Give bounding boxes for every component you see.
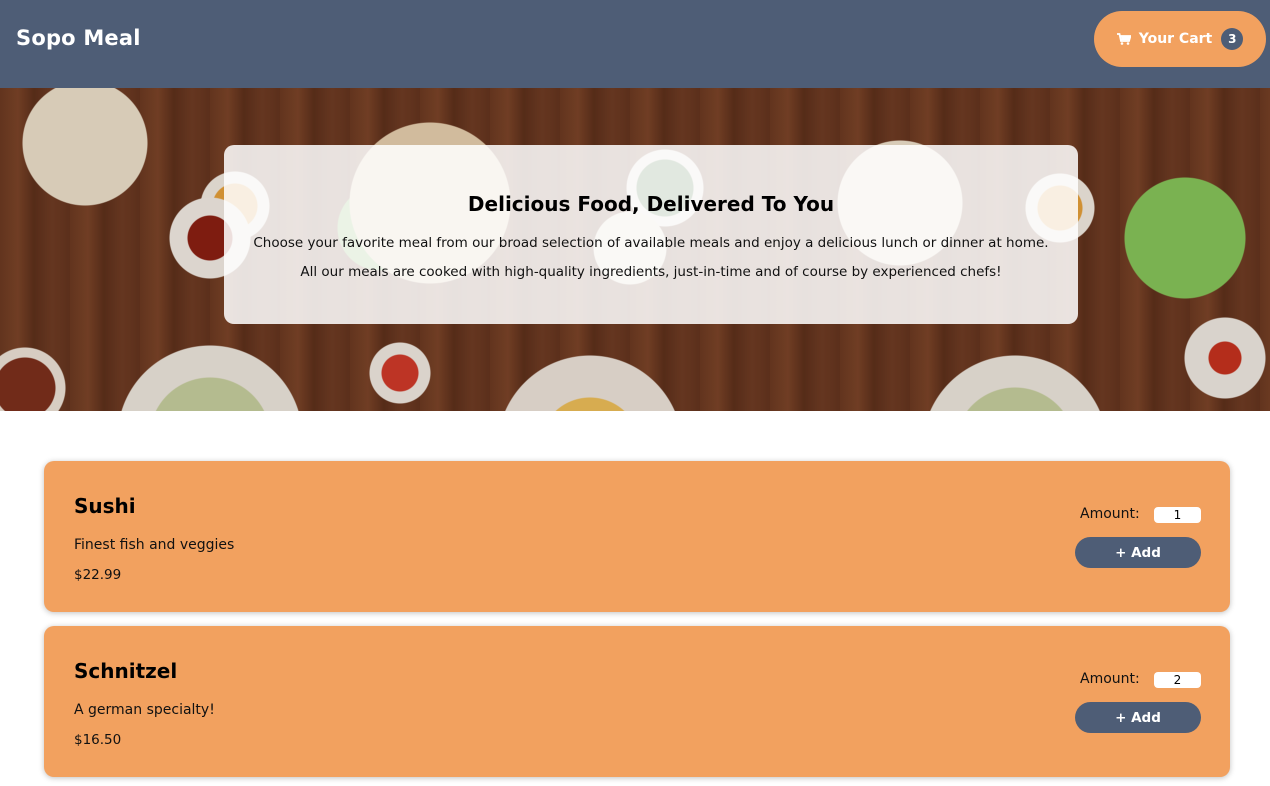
hero-description-line1: Choose your favorite meal from our broad… — [253, 235, 1049, 251]
meal-description: Finest fish and veggies — [74, 537, 235, 553]
add-to-cart-button[interactable]: + Add — [1075, 537, 1201, 568]
add-to-cart-button[interactable]: + Add — [1075, 702, 1201, 733]
brand-title: Sopo Meal — [16, 26, 141, 50]
meal-price: $16.50 — [74, 732, 122, 748]
hero-banner-image: Delicious Food, Delivered To You Choose … — [0, 88, 1270, 411]
meal-price: $22.99 — [74, 567, 122, 583]
cart-count-badge: 3 — [1221, 28, 1244, 50]
cart-icon — [1116, 33, 1132, 45]
meal-item-sushi: Sushi Finest fish and veggies $22.99 Amo… — [44, 461, 1230, 612]
hero-title: Delicious Food, Delivered To You — [467, 192, 835, 216]
hero-description-line2: All our meals are cooked with high-quali… — [300, 264, 1002, 280]
amount-label: Amount: — [1080, 506, 1140, 522]
meal-item-schnitzel: Schnitzel A german specialty! $16.50 Amo… — [44, 626, 1230, 777]
hero-summary-card: Delicious Food, Delivered To You Choose … — [224, 145, 1078, 324]
cart-label: Your Cart — [1138, 31, 1213, 47]
top-header: Sopo Meal Your Cart 3 — [0, 0, 1270, 88]
meal-name: Schnitzel — [74, 659, 178, 683]
meal-name: Sushi — [74, 494, 136, 518]
amount-input[interactable] — [1154, 507, 1201, 523]
amount-label: Amount: — [1080, 671, 1140, 687]
amount-input[interactable] — [1154, 672, 1201, 688]
cart-button[interactable]: Your Cart 3 — [1094, 11, 1266, 67]
meal-description: A german specialty! — [74, 702, 215, 718]
